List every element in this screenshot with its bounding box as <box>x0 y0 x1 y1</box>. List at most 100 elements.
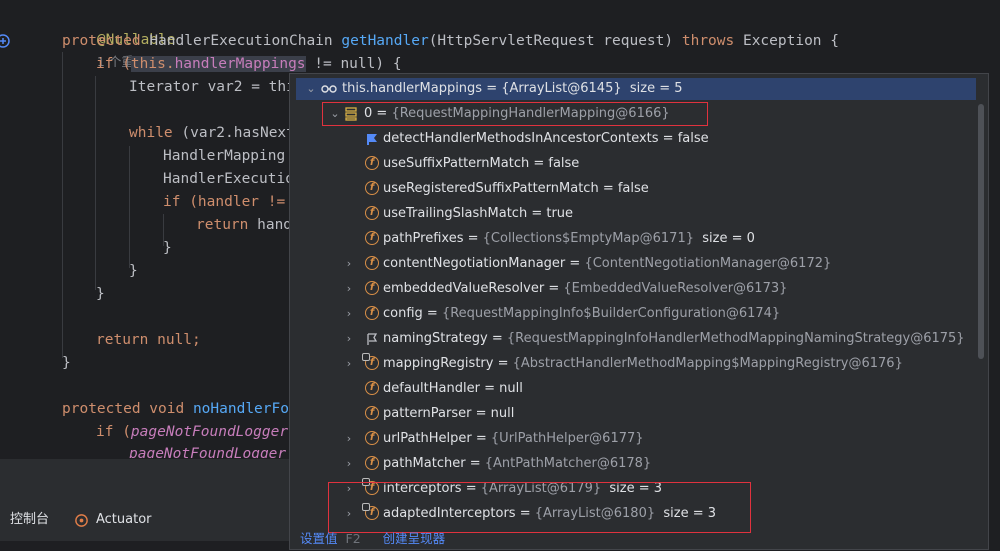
code-line: protected HandlerExecutionChain getHandl… <box>62 30 839 52</box>
actuator-tab[interactable]: Actuator <box>96 509 152 531</box>
brace: } <box>163 240 172 256</box>
indent-guide <box>129 146 130 268</box>
locked-field-icon: f <box>362 353 379 370</box>
keyword: protected void <box>62 401 193 417</box>
keyword: return <box>196 217 258 233</box>
tree-row-field[interactable]: › f mappingRegistry = {AbstractHandlerMeth… <box>290 353 976 375</box>
field-label: contentNegotiationManager = {ContentNego… <box>383 256 832 271</box>
chevron-right-icon[interactable]: › <box>342 303 356 325</box>
chevron-down-icon[interactable]: ⌄ <box>304 78 318 100</box>
field-icon: f <box>365 306 379 320</box>
field-value: false <box>617 181 649 196</box>
field-name: useSuffixPatternMatch <box>383 156 530 171</box>
field-label: config = {RequestMappingInfo$BuilderConf… <box>383 306 781 321</box>
field-label: pathMatcher = {AntPathMatcher@6178} <box>383 456 652 471</box>
field-value: true <box>546 206 574 221</box>
keyword: if ( <box>96 56 131 72</box>
field-value: {AntPathMatcher@6178} <box>484 456 652 471</box>
tree-row-field[interactable]: f useSuffixPatternMatch = false <box>290 153 976 175</box>
chevron-right-icon[interactable]: › <box>342 278 356 300</box>
actuator-icon <box>75 514 88 527</box>
highlight-box <box>322 102 708 126</box>
field-icon: f <box>365 431 379 445</box>
tree-row-field[interactable]: f useRegisteredSuffixPatternMatch = false <box>290 178 976 200</box>
highlight-box <box>328 482 751 533</box>
field-name: detectHandlerMethodsInAncestorContexts <box>383 131 659 146</box>
method-name: getHandler <box>341 33 429 49</box>
chevron-right-icon[interactable]: › <box>342 253 356 275</box>
tree-row-field[interactable]: f patternParser = null <box>290 403 976 425</box>
tree-row-field[interactable]: f useTrailingSlashMatch = true <box>290 203 976 225</box>
tree-row-field[interactable]: › f urlPathHelper = {UrlPathHelper@6177} <box>290 428 976 450</box>
expression: (var2.hasNext <box>181 125 295 141</box>
code-line: @Nullable 1 个重写 <box>62 7 176 69</box>
expression: != null) { <box>305 56 402 72</box>
console-tab[interactable]: 控制台 <box>10 509 49 531</box>
tree-row-field[interactable]: › f embeddedValueResolver = {EmbeddedValue… <box>290 278 976 300</box>
field-name: embeddedValueResolver <box>383 281 545 296</box>
tree-row-field[interactable]: detectHandlerMethodsInAncestorContexts =… <box>290 128 976 150</box>
code-line: } <box>62 352 71 374</box>
chevron-right-icon[interactable]: › <box>342 453 356 475</box>
popup-footer: 设置值 F2 创建呈现器 <box>300 529 445 549</box>
set-value-link[interactable]: 设置值 <box>300 531 338 546</box>
brace: } <box>96 286 105 302</box>
field-reference[interactable]: handlerMappings <box>174 56 306 72</box>
field-value: {AbstractHandlerMethodMapping$MappingReg… <box>512 356 903 371</box>
set-value-shortcut: F2 <box>345 531 361 546</box>
field-icon: f <box>365 281 379 295</box>
tree-row-field[interactable]: f pathPrefixes = {Collections$EmptyMap@61… <box>290 228 976 250</box>
variable-inspector-popup[interactable]: ⌄ this.handlerMappings = {ArrayList@6145… <box>289 73 989 550</box>
field-reference: pageNotFoundLogger <box>129 446 287 458</box>
tree-row-root[interactable]: ⌄ this.handlerMappings = {ArrayList@6145… <box>296 78 976 100</box>
chevron-right-icon[interactable]: › <box>342 428 356 450</box>
field-value: null <box>490 406 515 421</box>
code-line: } <box>96 283 105 305</box>
field-label: embeddedValueResolver = {EmbeddedValueRe… <box>383 281 788 296</box>
tree-row-field[interactable]: › f config = {RequestMappingInfo$BuilderCo… <box>290 303 976 325</box>
method-name: noHandlerFou <box>192 401 298 417</box>
tree-row-field[interactable]: f defaultHandler = null <box>290 378 976 400</box>
flag-icon <box>367 134 377 145</box>
field-label: useTrailingSlashMatch = true <box>383 206 574 221</box>
field-name: contentNegotiationManager <box>383 256 566 271</box>
statement: HandlerExecutio <box>163 171 294 187</box>
indent-guide <box>95 76 96 290</box>
field-icon: f <box>365 406 379 420</box>
breakpoint-override-icon[interactable] <box>0 32 12 50</box>
statement: if (handler != <box>163 194 294 210</box>
keyword: throws <box>681 33 743 49</box>
null-literal: null; <box>157 332 201 348</box>
field-label: defaultHandler = null <box>383 381 523 396</box>
code-line: HandlerExecutio <box>163 168 294 190</box>
field-icon: f <box>365 256 379 270</box>
create-renderer-link[interactable]: 创建呈现器 <box>383 531 446 546</box>
field-icon: f <box>365 181 379 195</box>
watch-glasses-icon <box>321 85 337 93</box>
field-icon: f <box>365 231 379 245</box>
field-icon: f <box>365 456 379 470</box>
chevron-right-icon[interactable]: › <box>342 353 356 375</box>
keyword: return <box>96 332 158 348</box>
tree-row-field[interactable]: › f contentNegotiationManager = {ContentNe… <box>290 253 976 275</box>
code-line: while (var2.hasNext <box>129 122 295 144</box>
scrollbar[interactable] <box>978 104 984 359</box>
code-line: if (handler != <box>163 191 294 213</box>
field-value: false <box>677 131 709 146</box>
field-value: null <box>499 381 523 396</box>
tree-row-field[interactable]: › namingStrategy = {RequestMappingInfoHan… <box>290 328 976 350</box>
code-line: HandlerMapping <box>163 145 294 167</box>
keyword: while <box>129 125 182 141</box>
field-name: pathMatcher <box>383 456 466 471</box>
code-line: } <box>129 260 138 282</box>
tree-row-field[interactable]: › f pathMatcher = {AntPathMatcher@6178} <box>290 453 976 475</box>
expression: hand <box>257 217 293 233</box>
flag-outline-icon <box>367 333 378 345</box>
chevron-right-icon[interactable]: › <box>342 328 356 350</box>
tool-window-bar: 控制台 Actuator <box>0 458 289 551</box>
parameters: (HttpServletRequest request) <box>428 33 682 49</box>
field-icon: f <box>365 381 379 395</box>
statement: Iterator var2 = thi <box>129 79 295 95</box>
field-value: {EmbeddedValueResolver@6173} <box>563 281 788 296</box>
field-name: patternParser <box>383 406 472 421</box>
